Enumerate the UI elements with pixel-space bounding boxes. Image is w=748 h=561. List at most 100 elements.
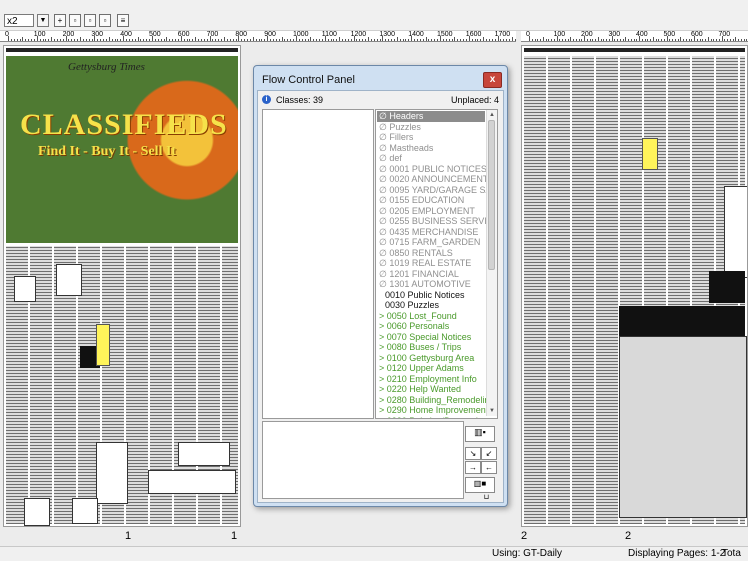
class-list-item[interactable]: > 0100 Gettysburg Area xyxy=(377,353,485,364)
ruler-tick xyxy=(425,37,427,41)
classes-list[interactable]: ∅ Headers ∅ Puzzles ∅ Fillers ∅ Mastheads ∅ … xyxy=(375,109,498,419)
ruler-tick xyxy=(463,39,465,41)
ruler-tick xyxy=(578,39,580,41)
page-masthead xyxy=(6,48,238,52)
class-list-item[interactable]: > 0120 Upper Adams xyxy=(377,363,485,374)
ruler-label: 800 xyxy=(235,31,248,38)
ad-block[interactable] xyxy=(148,470,236,494)
class-list-item[interactable]: ∅ 0435 MERCHANDISE xyxy=(377,227,485,238)
page-workspace[interactable]: Gettysburg Times CLASSIFIEDS Find It - B… xyxy=(0,42,748,544)
flow-control-panel[interactable]: Flow Control Panel x i Classes: 39 Unpla… xyxy=(253,65,508,507)
class-list-item[interactable]: 0010 Public Notices xyxy=(377,290,485,301)
class-list-item[interactable]: > 0210 Employment Info xyxy=(377,374,485,385)
class-list-item[interactable]: ∅ 1301 AUTOMOTIVE xyxy=(377,279,485,290)
class-list-item[interactable]: > 0080 Buses / Trips xyxy=(377,342,485,353)
page-list[interactable] xyxy=(262,109,374,419)
ruler-tick xyxy=(454,37,456,41)
ruler-tick xyxy=(272,39,274,41)
class-list-item[interactable]: ∅ 1201 FINANCIAL xyxy=(377,269,485,280)
ad-block[interactable] xyxy=(14,276,36,302)
class-list-item[interactable]: ∅ 0205 EMPLOYMENT xyxy=(377,206,485,217)
scroll-thumb[interactable] xyxy=(488,120,495,270)
ruler-tick xyxy=(39,39,41,41)
ad-block[interactable] xyxy=(96,324,110,366)
ad-columns xyxy=(524,56,747,524)
class-list-item[interactable]: > 0060 Personals xyxy=(377,321,485,332)
page-2[interactable] xyxy=(521,45,748,527)
close-button[interactable]: x xyxy=(483,72,502,88)
stop-flow-icon[interactable]: ▥■ xyxy=(465,477,495,493)
class-list-item[interactable]: ∅ 1019 REAL ESTATE xyxy=(377,258,485,269)
ruler-tick xyxy=(111,39,113,41)
arrow-left-icon[interactable]: ← xyxy=(481,461,497,474)
page-add-icon[interactable]: + xyxy=(54,14,66,27)
class-list-item[interactable]: ∅ Puzzles xyxy=(377,122,485,133)
ad-block[interactable] xyxy=(709,271,745,303)
class-list-item[interactable]: > 0280 Building_Remodeling xyxy=(377,395,494,406)
columns-icon[interactable]: ▥▪ xyxy=(465,426,495,442)
ruler-tick xyxy=(691,39,693,41)
class-list-item[interactable]: > 0070 Special Notices xyxy=(377,332,485,343)
ruler-tick xyxy=(77,39,79,41)
page-delete-icon[interactable]: ▫ xyxy=(99,14,111,27)
ruler-tick xyxy=(131,39,133,41)
class-list-item[interactable]: ∅ 0020 ANNOUNCEMENTS xyxy=(377,174,494,185)
class-list-item[interactable]: ∅ Fillers xyxy=(377,132,485,143)
ruler-tick xyxy=(531,39,533,41)
page-properties-icon[interactable]: ≡ xyxy=(117,14,129,27)
class-list-item[interactable]: ∅ 0255 BUSINESS SERVICES xyxy=(377,216,497,227)
ruler-tick xyxy=(192,39,194,41)
class-list-item[interactable]: ∅ 0715 FARM_GARDEN xyxy=(377,237,485,248)
class-list-item[interactable]: ∅ 0850 RENTALS xyxy=(377,248,485,259)
scroll-up-icon[interactable]: ▲ xyxy=(488,111,496,119)
ad-block[interactable] xyxy=(56,264,82,296)
ad-block[interactable] xyxy=(724,186,747,278)
page-insert-icon[interactable]: ▫ xyxy=(69,14,81,27)
zoom-select[interactable]: x2 xyxy=(4,14,34,27)
ad-block[interactable] xyxy=(619,336,747,518)
page-1[interactable]: Gettysburg Times CLASSIFIEDS Find It - B… xyxy=(3,45,241,527)
ruler-tick xyxy=(465,39,467,41)
ruler-label: 700 xyxy=(206,31,219,38)
ruler-tick xyxy=(486,39,488,41)
ruler-tick xyxy=(641,39,643,41)
ad-block[interactable] xyxy=(178,442,230,466)
ruler-tick xyxy=(529,36,530,41)
class-list-item[interactable]: 0030 Puzzles xyxy=(377,300,485,311)
ad-block[interactable] xyxy=(642,138,658,170)
arrow-down-right-icon[interactable]: ↘ xyxy=(465,447,481,460)
scrollbar[interactable]: ▲ ▼ xyxy=(486,110,497,416)
ad-block[interactable] xyxy=(24,498,50,526)
ad-block[interactable] xyxy=(96,442,128,504)
class-list-item[interactable]: > 0050 Lost_Found xyxy=(377,311,485,322)
ruler-tick xyxy=(157,39,159,41)
arrow-right-icon[interactable]: → xyxy=(465,461,481,474)
page-copy-icon[interactable]: ▫ xyxy=(84,14,96,27)
ad-block[interactable] xyxy=(72,498,98,524)
class-list-item[interactable]: ∅ Mastheads xyxy=(377,143,485,154)
panel-body: i Classes: 39 Unplaced: 4 ∅ Headers ∅ Puz… xyxy=(257,90,504,503)
ad-block[interactable] xyxy=(619,306,745,336)
arrow-down-left-icon[interactable]: ↙ xyxy=(481,447,497,460)
class-list-item[interactable]: > 0290 Home Improvements xyxy=(377,405,493,416)
class-list-item[interactable]: ∅ 0095 YARD/GARAGE SALES xyxy=(377,185,497,196)
class-list-item[interactable]: ∅ def xyxy=(377,153,485,164)
class-list-item[interactable]: ∅ 0155 EDUCATION xyxy=(377,195,485,206)
status-displaying: Displaying Pages: 1-2 xyxy=(628,548,726,559)
class-list-item[interactable]: > 0220 Help Wanted xyxy=(377,384,485,395)
ruler-tick xyxy=(414,39,416,41)
ruler-tick xyxy=(365,39,367,41)
class-list-item[interactable]: > 0330 Painting/Decorating xyxy=(377,416,488,419)
ruler-tick xyxy=(743,39,745,41)
class-list-item[interactable]: ∅ Headers xyxy=(377,111,485,122)
ruler-tick xyxy=(603,39,605,41)
ruler-tick xyxy=(746,39,748,41)
ruler-tick xyxy=(663,39,665,41)
class-list-item[interactable]: ∅ 0001 PUBLIC NOTICES xyxy=(377,164,487,175)
scroll-down-icon[interactable]: ▼ xyxy=(488,407,496,415)
unlock-icon[interactable]: ⊔ xyxy=(478,494,495,502)
ruler-tick xyxy=(702,39,704,41)
ruler-tick xyxy=(301,39,303,41)
ruler-tick xyxy=(497,36,499,41)
chevron-down-icon[interactable]: ▼ xyxy=(37,14,49,27)
